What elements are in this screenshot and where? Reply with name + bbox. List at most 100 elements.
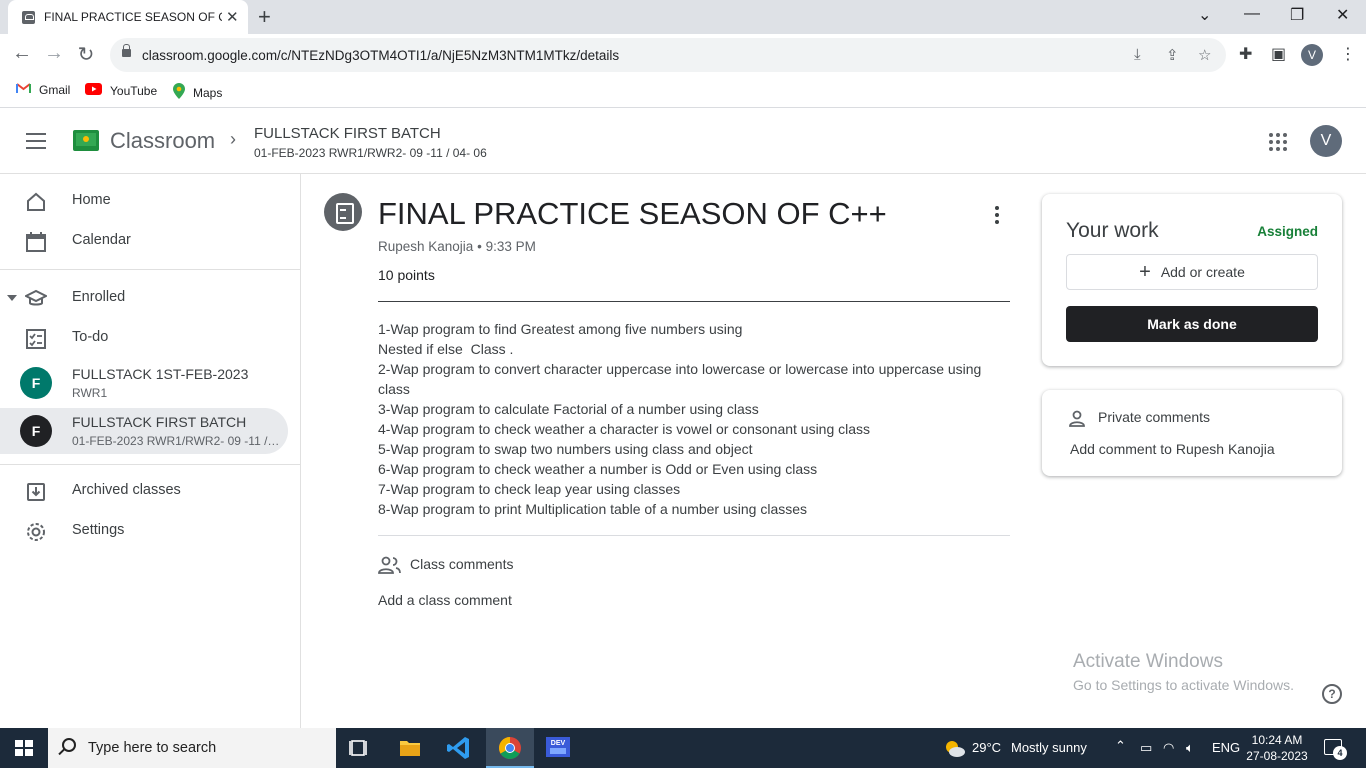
more-options-icon[interactable]: [995, 206, 999, 227]
help-icon[interactable]: ?: [1322, 684, 1342, 704]
instruction-line: 5-Wap program to swap two numbers using …: [378, 441, 753, 457]
instruction-line: 6-Wap program to check weather a number …: [378, 461, 818, 477]
lock-icon[interactable]: [122, 44, 131, 57]
youtube-icon: [85, 83, 102, 98]
assignment-points: 10 points: [378, 267, 435, 283]
sidebar: Home Calendar Enrolled To-do F FULLSTACK…: [0, 174, 301, 728]
browser-tab[interactable]: FINAL PRACTICE SEASON OF C++ ✕: [8, 0, 248, 34]
gmail-icon: [16, 83, 31, 97]
tab-title: FINAL PRACTICE SEASON OF C++: [44, 10, 222, 24]
assignment-instructions: 1-Wap program to find Greatest among fiv…: [378, 319, 1008, 519]
assignment-icon: [324, 193, 362, 231]
add-class-comment-link[interactable]: Add a class comment: [378, 592, 512, 608]
taskbar-search-placeholder[interactable]: Type here to search: [88, 740, 216, 756]
google-apps-icon[interactable]: [1269, 133, 1287, 151]
restore-icon[interactable]: ❐: [1290, 5, 1304, 25]
add-or-create-label: Add or create: [1160, 264, 1245, 280]
app-name[interactable]: Classroom: [110, 128, 215, 154]
add-or-create-button[interactable]: + Add or create: [1066, 254, 1318, 290]
bookmark-gmail[interactable]: Gmail: [16, 83, 70, 97]
minimize-icon[interactable]: —: [1244, 5, 1260, 23]
sidebar-item-home[interactable]: Home: [0, 181, 288, 221]
extensions-icon[interactable]: ✚: [1239, 44, 1252, 64]
your-work-title: Your work: [1066, 219, 1159, 242]
close-tab-icon[interactable]: ✕: [226, 8, 239, 26]
wifi-icon[interactable]: ◠: [1163, 740, 1174, 756]
sidebar-course-fullstack-1st[interactable]: F FULLSTACK 1ST-FEB-2023 RWR1: [0, 360, 288, 406]
url-text[interactable]: classroom.google.com/c/NTEzNDg3OTM4OTI1/…: [142, 48, 619, 63]
chrome-menu-icon[interactable]: ⋮: [1340, 44, 1356, 64]
side-panel-icon[interactable]: ▣: [1271, 44, 1286, 64]
windows-start-icon[interactable]: [15, 740, 33, 756]
sidebar-course-fullstack-first-batch[interactable]: F FULLSTACK FIRST BATCH 01-FEB-2023 RWR1…: [0, 408, 288, 454]
sidebar-item-calendar[interactable]: Calendar: [0, 221, 288, 261]
weather-temp[interactable]: 29°C: [972, 740, 1001, 755]
class-comments-label: Class comments: [410, 556, 514, 572]
private-comments-title: Private comments: [1098, 409, 1211, 425]
sidebar-item-todo[interactable]: To-do: [0, 318, 288, 358]
language-indicator[interactable]: ENG: [1212, 740, 1240, 755]
sidebar-item-label: To-do: [72, 329, 109, 345]
share-icon[interactable]: ⇪: [1166, 46, 1179, 64]
course-section: RWR1: [72, 386, 108, 400]
classroom-logo-icon[interactable]: [73, 130, 99, 151]
reload-icon[interactable]: ↻: [73, 42, 99, 67]
sidebar-item-enrolled[interactable]: Enrolled: [0, 278, 288, 318]
course-subtitle: 01-FEB-2023 RWR1/RWR2- 09 -11 / 04- 06: [254, 146, 487, 160]
weather-sun-icon[interactable]: [942, 737, 966, 762]
clock-date: 27-08-2023: [1246, 749, 1308, 763]
instruction-line: 8-Wap program to print Multiplication ta…: [378, 501, 808, 517]
sidebar-item-label: Calendar: [72, 232, 131, 248]
todo-checklist-icon: [25, 328, 47, 350]
private-comments-card: Private comments Add comment to Rupesh K…: [1042, 390, 1342, 476]
bookmark-star-icon[interactable]: ☆: [1198, 46, 1211, 64]
sidebar-item-archived[interactable]: Archived classes: [0, 471, 288, 511]
notification-count: 4: [1333, 746, 1347, 760]
chrome-taskbar-icon[interactable]: [486, 728, 534, 768]
course-title[interactable]: FULLSTACK FIRST BATCH: [254, 125, 441, 142]
forward-icon[interactable]: →: [41, 42, 67, 65]
chevron-up-icon[interactable]: ⌃: [1115, 738, 1126, 754]
plus-icon: +: [1139, 260, 1151, 283]
main-menu-icon[interactable]: [26, 133, 46, 149]
battery-icon[interactable]: ▭: [1140, 740, 1152, 756]
bookmark-label: Gmail: [39, 83, 71, 97]
notifications-icon[interactable]: 4: [1324, 739, 1347, 760]
search-icon: [62, 738, 76, 752]
assignment-title: FINAL PRACTICE SEASON OF C++: [378, 196, 887, 231]
profile-avatar[interactable]: V: [1301, 44, 1323, 66]
sidebar-divider: [0, 464, 300, 465]
account-avatar[interactable]: V: [1310, 125, 1342, 157]
classroom-favicon-icon: [22, 11, 35, 24]
vscode-icon[interactable]: [436, 728, 484, 768]
add-private-comment-link[interactable]: Add comment to Rupesh Kanojia: [1070, 441, 1275, 457]
install-icon[interactable]: ⤓: [1134, 46, 1141, 63]
tab-search-chevron-icon[interactable]: ⌄: [1198, 5, 1211, 25]
taskbar-search-box[interactable]: Type here to search: [48, 728, 336, 768]
bookmark-maps[interactable]: Maps: [173, 83, 222, 102]
weather-desc[interactable]: Mostly sunny: [1011, 740, 1087, 755]
sidebar-item-label: Settings: [72, 522, 125, 538]
sidebar-item-label: Home: [72, 192, 111, 208]
archive-icon: [25, 481, 47, 503]
calendar-icon: [25, 231, 47, 253]
mark-as-done-button[interactable]: Mark as done: [1066, 306, 1318, 342]
address-bar[interactable]: classroom.google.com/c/NTEzNDg3OTM4OTI1/…: [110, 38, 1226, 72]
sidebar-item-settings[interactable]: Settings: [0, 511, 288, 551]
browser-tab-strip: FINAL PRACTICE SEASON OF C++ ✕ + ⌄ — ❐ ✕: [0, 0, 1366, 34]
clock-time: 10:24 AM: [1251, 733, 1303, 747]
close-window-icon[interactable]: ✕: [1336, 5, 1349, 25]
clock[interactable]: 10:24 AM 27-08-2023: [1244, 732, 1310, 764]
new-tab-icon[interactable]: +: [258, 4, 271, 30]
back-icon[interactable]: ←: [9, 42, 35, 65]
file-explorer-icon[interactable]: [386, 728, 434, 768]
task-view-icon[interactable]: [336, 728, 384, 768]
enrolled-cap-icon: [23, 288, 49, 310]
assignment-meta: Rupesh Kanojia • 9:33 PM: [378, 239, 536, 254]
person-icon: [1068, 410, 1086, 428]
volume-icon[interactable]: 🔈︎: [1186, 740, 1194, 756]
expand-caret-icon[interactable]: [7, 295, 17, 301]
dev-app-icon[interactable]: DEV: [534, 728, 582, 768]
bookmark-youtube[interactable]: YouTube: [85, 83, 157, 98]
course-avatar: F: [20, 415, 52, 447]
